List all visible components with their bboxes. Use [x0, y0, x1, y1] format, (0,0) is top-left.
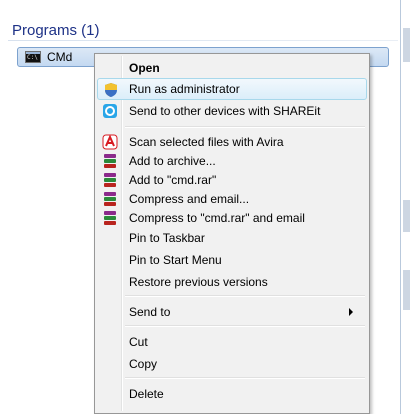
scrollbar-segment [403, 200, 410, 232]
context-menu: Open Run as administrator Send to other … [94, 53, 370, 414]
menu-item-label: Compress and email... [129, 192, 250, 206]
menu-item-send-shareit[interactable]: Send to other devices with SHAREit [97, 100, 367, 122]
cmd-icon: C:\ [25, 51, 41, 63]
header-divider [8, 40, 398, 41]
menu-item-label: Send to [129, 305, 171, 319]
menu-separator [125, 126, 365, 128]
menu-item-label: Pin to Start Menu [129, 253, 222, 267]
menu-item-open[interactable]: Open [97, 57, 367, 79]
menu-item-label: Pin to Taskbar [129, 231, 205, 245]
menu-item-delete[interactable]: Delete [97, 383, 367, 405]
menu-item-label: Compress to "cmd.rar" and email [129, 211, 305, 225]
menu-item-label: Scan selected files with Avira [129, 135, 284, 149]
result-item-label: CMd [47, 50, 73, 64]
menu-item-run-as-administrator[interactable]: Run as administrator [97, 78, 367, 100]
shareit-icon [102, 103, 118, 119]
winrar-icon [102, 210, 118, 226]
menu-separator [125, 295, 365, 297]
menu-separator [125, 325, 365, 327]
winrar-icon [102, 172, 118, 188]
menu-item-label: Run as administrator [129, 82, 240, 96]
submenu-arrow-icon [349, 308, 353, 316]
shield-icon [103, 82, 119, 98]
menu-item-send-to[interactable]: Send to [97, 301, 367, 323]
scrollbar-segment [403, 270, 410, 310]
results-group-header: Programs (1) [12, 22, 100, 39]
menu-item-copy[interactable]: Copy [97, 353, 367, 375]
menu-item-label: Delete [129, 387, 164, 401]
winrar-icon [102, 153, 118, 169]
scrollbar-segment [403, 28, 410, 62]
menu-item-pin-to-start-menu[interactable]: Pin to Start Menu [97, 249, 367, 271]
winrar-icon [102, 191, 118, 207]
menu-item-label: Restore previous versions [129, 275, 268, 289]
menu-item-label: Add to "cmd.rar" [129, 173, 217, 187]
menu-separator [125, 377, 365, 379]
background-window-edge [401, 0, 410, 414]
menu-item-cut[interactable]: Cut [97, 331, 367, 353]
menu-item-restore-previous-versions[interactable]: Restore previous versions [97, 271, 367, 293]
menu-item-label: Open [129, 61, 160, 75]
menu-item-compress-to-cmd-rar-and-email[interactable]: Compress to "cmd.rar" and email [97, 207, 367, 229]
menu-item-label: Copy [129, 357, 158, 371]
menu-item-label: Add to archive... [129, 154, 216, 168]
menu-item-label: Cut [129, 335, 148, 349]
menu-item-pin-to-taskbar[interactable]: Pin to Taskbar [97, 227, 367, 249]
avira-icon [102, 134, 118, 150]
menu-item-label: Send to other devices with SHAREit [129, 104, 321, 118]
